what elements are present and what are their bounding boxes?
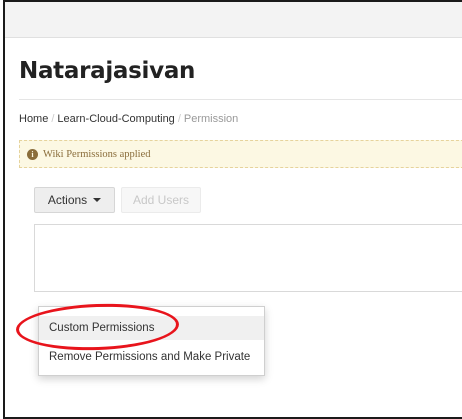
menu-item-custom-permissions[interactable]: Custom Permissions bbox=[39, 316, 264, 340]
breadcrumb-separator: / bbox=[177, 113, 181, 125]
breadcrumb-home[interactable]: Home bbox=[19, 113, 48, 125]
actions-dropdown-button[interactable]: Actions bbox=[34, 187, 115, 213]
actions-button-label: Actions bbox=[47, 193, 88, 207]
caret-down-icon bbox=[93, 198, 102, 202]
breadcrumb-wiki[interactable]: Learn-Cloud-Computing bbox=[57, 113, 174, 125]
actions-dropdown-menu: Custom Permissions Remove Permissions an… bbox=[38, 306, 265, 376]
add-users-button[interactable]: Add Users bbox=[121, 187, 201, 213]
users-panel bbox=[34, 224, 462, 292]
title-divider bbox=[19, 99, 462, 100]
menu-item-remove-permissions[interactable]: Remove Permissions and Make Private bbox=[39, 345, 264, 369]
breadcrumb-current: Permission bbox=[183, 113, 239, 125]
alert-text: Wiki Permissions applied bbox=[43, 148, 151, 160]
breadcrumb: Home / Learn-Cloud-Computing / Permission bbox=[19, 113, 238, 125]
info-circle-icon: i bbox=[27, 148, 38, 160]
app-window: Natarajasivan Home / Learn-Cloud-Computing… bbox=[3, 0, 462, 419]
breadcrumb-separator: / bbox=[51, 113, 55, 125]
top-nav-bar bbox=[5, 2, 462, 38]
permissions-alert: i Wiki Permissions applied bbox=[19, 140, 462, 168]
page-title: Natarajasivan bbox=[19, 58, 196, 84]
